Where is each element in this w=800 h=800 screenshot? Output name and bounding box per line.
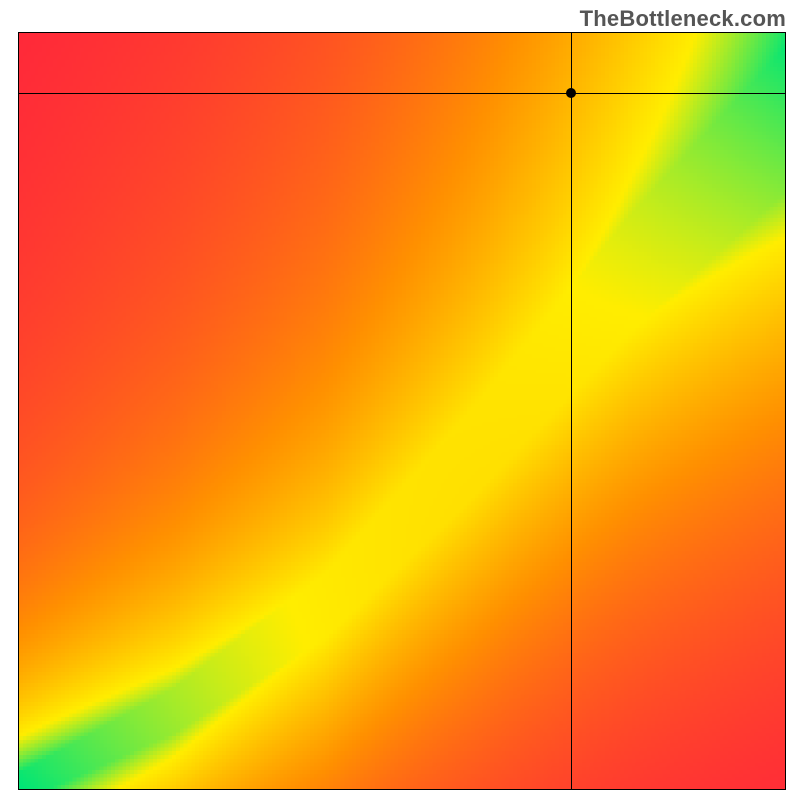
- watermark-text: TheBottleneck.com: [580, 6, 786, 32]
- crosshair-horizontal: [19, 93, 785, 94]
- plot-area: [18, 32, 786, 790]
- marker-dot: [566, 88, 576, 98]
- chart-container: TheBottleneck.com: [0, 0, 800, 800]
- crosshair-vertical: [571, 33, 572, 789]
- heatmap-canvas: [19, 33, 785, 789]
